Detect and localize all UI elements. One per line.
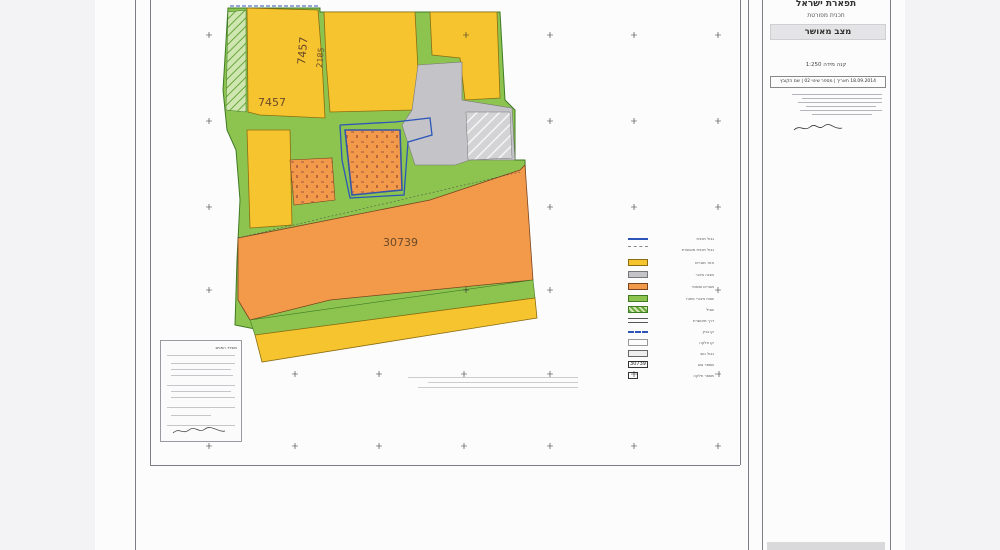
plan-scale: קנה מידה 1:250 (805, 62, 847, 68)
legend-row: קו חלקה (620, 338, 740, 348)
plan-date-row: 18.09.2014 תאריך | מספר שינוי 02 | שם הק… (770, 76, 886, 88)
dash-line-icon (628, 331, 648, 333)
legend-label: שטח ציבורי פתוח (686, 296, 714, 301)
legend-row: שביל (620, 305, 740, 315)
plan-title: תפארת ישראל (795, 0, 857, 9)
legend-label: מספר גוש (697, 362, 714, 367)
title-block: תפארת ישראל תכנית מפורטת מצב מאושר קנה מ… (762, 0, 890, 550)
orange-fill-icon (628, 283, 648, 290)
legend-row: גבול גוש (620, 349, 740, 359)
legend-label: גבול תכנית (696, 236, 714, 241)
box-small-icon (628, 372, 638, 379)
legend-label: מגורים ומסחר (691, 284, 714, 289)
plan-status-badge: מצב מאושר (770, 24, 886, 40)
legend-label: קו בניין (702, 329, 714, 334)
parcel-label-2185: 2185 (315, 47, 326, 68)
legend-row: שטח ציבורי פתוח (620, 294, 740, 304)
map-footnote (378, 372, 578, 394)
plan-type: תכנית מפורטת (807, 12, 845, 19)
hatch-icon (628, 246, 648, 253)
legend-label: דרך מאושרת (693, 318, 714, 323)
hatched-strip (225, 9, 247, 113)
parcel-label-7457-b: 7457 (295, 36, 310, 65)
mixed-use-west (289, 157, 336, 206)
legend-label: אזור מגורים (695, 260, 714, 265)
approval-notes-box: משרד הפנים (160, 340, 242, 442)
legend-row: גבול תכנית (620, 234, 740, 244)
legend-label: מספר חלקה (693, 373, 714, 378)
parcel-number-box-icon: 30739 (628, 361, 648, 368)
legend-label: גבול גוש (700, 351, 714, 356)
parcel-label-7457-a: 7457 (258, 96, 286, 109)
signature-mark (172, 427, 226, 434)
residential-block-w (246, 129, 293, 229)
thin-line-icon (628, 339, 648, 346)
legend-row: מבנה ציבור (620, 270, 740, 280)
green-fill-icon (628, 295, 648, 302)
mixed-use-center (344, 129, 403, 196)
map-legend: גבול תכנית גבול תכנית מאושרת אזור מגורים… (620, 230, 740, 380)
double-line-icon (628, 318, 648, 323)
approval-signature (793, 124, 843, 131)
yellow-fill-icon (628, 259, 648, 266)
title-block-footer (767, 542, 885, 550)
legend-label: מבנה ציבור (695, 272, 714, 277)
notes-title: משרד הפנים (215, 345, 237, 350)
hatched-public (465, 111, 513, 161)
legend-row: קו בניין (620, 327, 740, 337)
legend-label: גבול תכנית מאושרת (681, 247, 714, 252)
legend-row: גבול תכנית מאושרת (620, 245, 740, 255)
legend-label: שביל (706, 307, 714, 312)
blue-line-icon (628, 238, 648, 240)
parcel-label-30739: 30739 (383, 236, 418, 249)
legend-row: מגורים ומסחר (620, 282, 740, 292)
gray-fill-icon (628, 271, 648, 278)
residential-block-n (323, 11, 419, 113)
hatch-green-icon (628, 306, 648, 313)
legend-row: 30739 מספר גוש (620, 360, 740, 370)
legend-row: אזור מגורים (620, 258, 740, 268)
legend-row: דרך מאושרת (620, 316, 740, 326)
gray-box-icon (628, 350, 648, 357)
legend-label: קו חלקה (699, 340, 714, 345)
legend-row: מספר חלקה (620, 371, 740, 381)
